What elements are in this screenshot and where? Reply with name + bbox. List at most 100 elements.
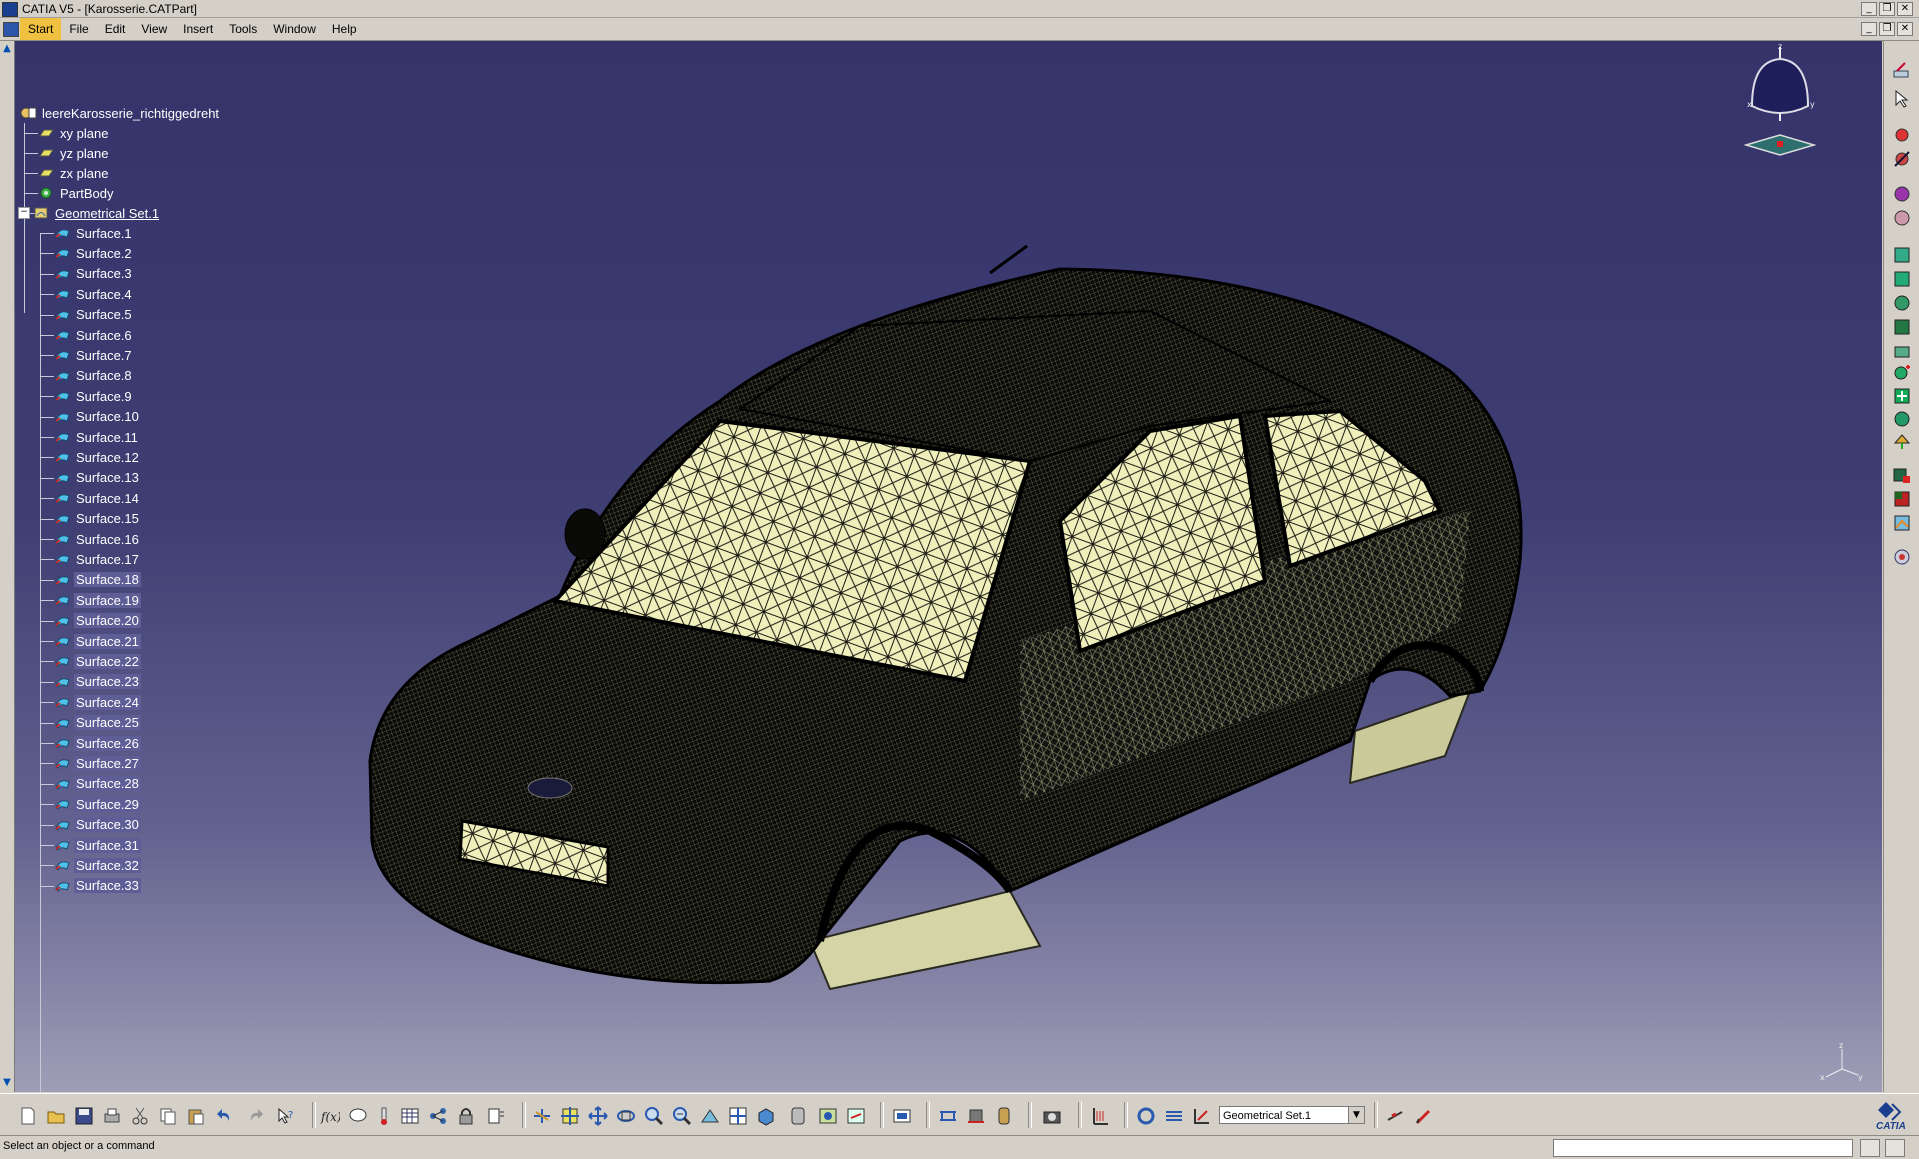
scroll-down-arrow[interactable]: ▼ — [1, 1077, 13, 1089]
tree-item-surface[interactable]: Surface.27 — [54, 754, 141, 772]
tree-item-surface[interactable]: Surface.4 — [54, 285, 134, 303]
measure-between-icon[interactable] — [938, 1106, 958, 1126]
tree-item-yz-plane[interactable]: yz plane — [38, 144, 110, 162]
tree-item-surface[interactable]: Surface.2 — [54, 244, 134, 262]
tree-item-surface[interactable]: Surface.29 — [54, 795, 141, 813]
tree-item-surface[interactable]: Surface.16 — [54, 530, 141, 548]
undo-icon[interactable] — [214, 1106, 234, 1126]
tree-item-surface[interactable]: Surface.5 — [54, 306, 134, 324]
tree-item-surface[interactable]: Surface.13 — [54, 469, 141, 487]
formula-icon[interactable]: f(x) — [320, 1106, 340, 1126]
tree-item-surface[interactable]: Surface.14 — [54, 489, 141, 507]
select-arrow-icon[interactable] — [1892, 89, 1912, 109]
hide-show-icon[interactable] — [818, 1106, 838, 1126]
measure-item-icon[interactable] — [966, 1106, 986, 1126]
render-style-icon[interactable] — [788, 1106, 808, 1126]
tree-item-surface[interactable]: Surface.18 — [54, 571, 141, 589]
command-input[interactable] — [1553, 1139, 1853, 1157]
table-icon[interactable] — [400, 1106, 420, 1126]
tree-item-surface[interactable]: Surface.10 — [54, 408, 141, 426]
projection-icon[interactable] — [1892, 208, 1912, 228]
catia-app-icon[interactable] — [2, 2, 18, 17]
knowledge-icon[interactable] — [1892, 547, 1912, 567]
join-icon[interactable] — [1892, 363, 1912, 383]
tree-item-surface[interactable]: Surface.11 — [54, 428, 140, 446]
pen-tool-icon[interactable] — [1414, 1106, 1434, 1126]
tree-item-surface[interactable]: Surface.28 — [54, 775, 141, 793]
fit-all-icon[interactable] — [560, 1106, 580, 1126]
fly-mode-icon[interactable] — [532, 1106, 552, 1126]
comment-icon[interactable] — [348, 1106, 368, 1126]
doc-minimize-button[interactable]: _ — [1861, 22, 1877, 36]
minimize-button[interactable]: _ — [1861, 2, 1877, 16]
grid-snap-icon[interactable] — [1090, 1106, 1110, 1126]
3d-viewport[interactable]: ▲ ▼ leereKarosserie_richtiggedreht xy pl… — [0, 41, 1882, 1092]
tree-item-surface[interactable]: Surface.25 — [54, 714, 141, 732]
tree-item-xy-plane[interactable]: xy plane — [38, 124, 110, 142]
line-icon[interactable] — [1892, 149, 1912, 169]
menu-edit[interactable]: Edit — [97, 18, 134, 40]
define-in-work-object-icon[interactable] — [1192, 1106, 1212, 1126]
work-on-support-icon[interactable] — [1164, 1106, 1184, 1126]
tree-item-surface[interactable]: Surface.3 — [54, 265, 134, 283]
tree-item-surface[interactable]: Surface.1 — [54, 224, 134, 242]
cut-icon[interactable] — [130, 1106, 150, 1126]
copy-icon[interactable] — [158, 1106, 178, 1126]
whats-this-icon[interactable]: ? — [276, 1106, 296, 1126]
iso-view-icon[interactable] — [756, 1106, 776, 1126]
pan-icon[interactable] — [588, 1106, 608, 1126]
tree-item-surface[interactable]: Surface.20 — [54, 612, 141, 630]
menu-view[interactable]: View — [133, 18, 175, 40]
tree-root-node[interactable]: leereKarosserie_richtiggedreht — [20, 104, 221, 122]
lock-icon[interactable] — [456, 1106, 476, 1126]
tree-item-surface[interactable]: Surface.32 — [54, 856, 141, 874]
rotate-icon[interactable] — [616, 1106, 636, 1126]
analysis-icon[interactable] — [1892, 513, 1912, 533]
tree-item-surface[interactable]: Surface.15 — [54, 510, 141, 528]
fill-icon[interactable] — [1892, 317, 1912, 337]
redo-icon[interactable] — [246, 1106, 266, 1126]
tree-item-surface[interactable]: Surface.7 — [54, 346, 134, 364]
plane-tool-icon[interactable] — [1892, 184, 1912, 204]
tree-item-surface[interactable]: Surface.33 — [54, 877, 141, 895]
doc-restore-button[interactable]: ❐ — [1879, 22, 1895, 36]
tree-item-surface[interactable]: Surface.22 — [54, 652, 141, 670]
car-body-mesh[interactable] — [0, 41, 1882, 1092]
status-options-button[interactable] — [1885, 1139, 1905, 1157]
tree-item-surface[interactable]: Surface.6 — [54, 326, 134, 344]
zoom-out-icon[interactable] — [672, 1106, 692, 1126]
save-icon[interactable] — [74, 1106, 94, 1126]
paste-icon[interactable] — [186, 1106, 206, 1126]
current-geometrical-set-select[interactable]: Geometrical Set.1 ▼ — [1219, 1106, 1365, 1124]
zoom-in-icon[interactable] — [644, 1106, 664, 1126]
tree-item-surface[interactable]: Surface.21 — [54, 632, 141, 650]
update-icon[interactable] — [1136, 1106, 1156, 1126]
revolve-icon[interactable] — [1892, 269, 1912, 289]
measure-inertia-icon[interactable] — [994, 1106, 1014, 1126]
relations-icon[interactable] — [428, 1106, 448, 1126]
close-button[interactable]: ✕ — [1897, 2, 1913, 16]
tree-item-surface[interactable]: Surface.23 — [54, 673, 141, 691]
capture-camera-icon[interactable] — [1042, 1106, 1062, 1126]
document-icon[interactable] — [3, 22, 19, 37]
extrude-icon[interactable] — [1892, 245, 1912, 265]
healing-icon[interactable] — [1892, 386, 1912, 406]
tree-item-surface[interactable]: Surface.17 — [54, 550, 141, 568]
translate-icon[interactable] — [1892, 489, 1912, 509]
tree-item-surface[interactable]: Surface.31 — [54, 836, 141, 854]
tree-item-surface[interactable]: Surface.12 — [54, 448, 141, 466]
switch-workbench-icon[interactable] — [892, 1106, 912, 1126]
restore-button[interactable]: ❐ — [1879, 2, 1895, 16]
tree-scrollbar[interactable]: ▲ ▼ — [0, 41, 15, 1092]
print-icon[interactable] — [102, 1106, 122, 1126]
tree-item-zx-plane[interactable]: zx plane — [38, 164, 110, 182]
menu-help[interactable]: Help — [324, 18, 365, 40]
compass-icon[interactable]: z x y — [1732, 41, 1828, 161]
sketch-tool-icon[interactable] — [1386, 1106, 1406, 1126]
law-icon[interactable] — [486, 1106, 506, 1126]
tree-item-surface[interactable]: Surface.30 — [54, 816, 141, 834]
doc-close-button[interactable]: ✕ — [1897, 22, 1913, 36]
sweep-icon[interactable] — [1892, 293, 1912, 313]
tree-item-surface[interactable]: Surface.19 — [54, 591, 141, 609]
tree-item-surface[interactable]: Surface.8 — [54, 367, 134, 385]
